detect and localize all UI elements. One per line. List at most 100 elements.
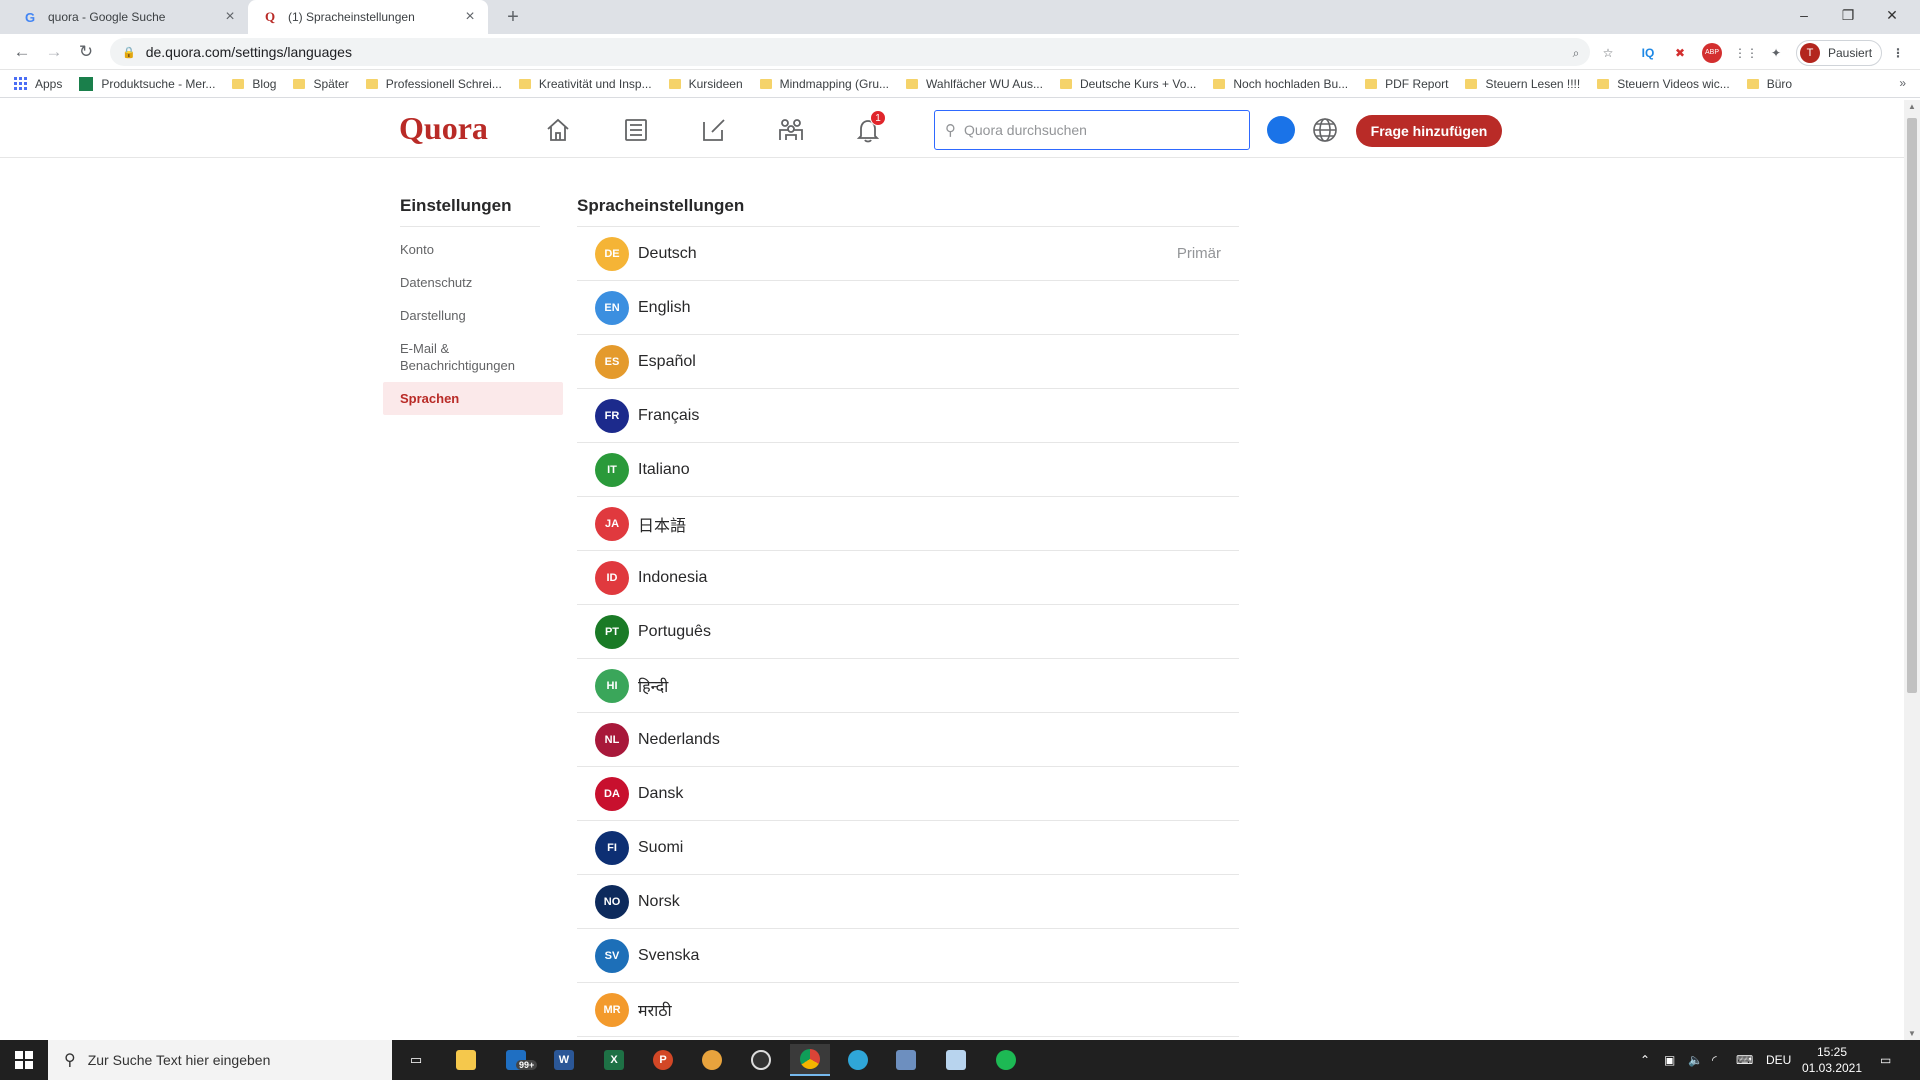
bookmark-item[interactable]: Mindmapping (Gru...	[759, 77, 889, 91]
taskbar-search-input[interactable]: ⚲ Zur Suche Text hier eingeben	[48, 1040, 392, 1080]
language-row[interactable]: PT Português	[577, 605, 1239, 659]
bookmarks-overflow-icon[interactable]: »	[1899, 76, 1906, 90]
language-globe-icon[interactable]	[1311, 116, 1339, 144]
app-window-icon[interactable]	[886, 1044, 926, 1076]
notifications-bell-icon[interactable]: 1	[854, 110, 886, 144]
language-row[interactable]: FR Français	[577, 389, 1239, 443]
language-row[interactable]: SV Svenska	[577, 929, 1239, 983]
tab-google-search[interactable]: G quora - Google Suche ×	[8, 0, 248, 34]
language-row[interactable]: NL Nederlands	[577, 713, 1239, 767]
notepad-icon[interactable]	[936, 1044, 976, 1076]
language-row[interactable]: JA 日本語	[577, 497, 1239, 551]
obs-icon[interactable]	[741, 1044, 781, 1076]
language-row[interactable]: DE Deutsch Primär	[577, 227, 1239, 281]
tab-spracheinstellungen[interactable]: Q (1) Spracheinstellungen ×	[248, 0, 488, 34]
language-row[interactable]: IT Italiano	[577, 443, 1239, 497]
sidebar-item[interactable]: Darstellung	[383, 299, 563, 332]
answer-list-icon[interactable]	[622, 116, 652, 144]
language-row[interactable]: EN English	[577, 281, 1239, 335]
keyboard-icon[interactable]: ⌨	[1736, 1040, 1753, 1080]
language-row[interactable]: ID Indonesia	[577, 551, 1239, 605]
user-avatar[interactable]	[1267, 116, 1295, 144]
input-language[interactable]: DEU	[1766, 1040, 1791, 1080]
quora-logo[interactable]: Quora	[399, 110, 488, 147]
bookmark-item[interactable]: Steuern Videos wic...	[1597, 77, 1730, 91]
bookmark-item[interactable]: Blog	[232, 77, 276, 91]
bookmark-item[interactable]: Kursideen	[668, 77, 743, 91]
bookmark-item[interactable]: PDF Report	[1365, 77, 1448, 91]
scroll-up-icon[interactable]: ▲	[1904, 102, 1920, 111]
language-row[interactable]: DA Dansk	[577, 767, 1239, 821]
language-row[interactable]: FI Suomi	[577, 821, 1239, 875]
language-list: DE Deutsch Primär EN English ES Español FR Franç…	[577, 227, 1239, 1037]
back-icon[interactable]: ←	[10, 40, 34, 64]
tray-meeting-icon[interactable]: ▣	[1664, 1040, 1675, 1080]
scroll-down-icon[interactable]: ▼	[1904, 1029, 1920, 1038]
language-row[interactable]: HI हिन्दी	[577, 659, 1239, 713]
bookmark-label: Kreativität und Insp...	[538, 76, 652, 91]
clock[interactable]: 15:25 01.03.2021	[1796, 1044, 1868, 1076]
url-field[interactable]: 🔒 de.quora.com/settings/languages	[110, 38, 1590, 66]
browser-menu-icon[interactable]: ⋮	[1888, 43, 1908, 63]
minimize-icon[interactable]: –	[1782, 0, 1826, 30]
quora-search-input[interactable]: ⚲ Quora durchsuchen	[934, 110, 1250, 150]
bookmark-star-icon[interactable]: ☆	[1598, 43, 1618, 63]
bookmark-item[interactable]: Apps	[14, 77, 62, 91]
language-row[interactable]: NO Norsk	[577, 875, 1239, 929]
bookmark-item[interactable]: Professionell Schrei...	[365, 77, 502, 91]
language-name: Suomi	[638, 838, 684, 856]
sidebar-item[interactable]: Datenschutz	[383, 266, 563, 299]
spotify-icon[interactable]	[986, 1044, 1026, 1076]
bookmark-item[interactable]: Büro	[1746, 77, 1792, 91]
mail-icon[interactable]: 99+	[496, 1044, 538, 1076]
page-scrollbar[interactable]: ▲ ▼	[1904, 100, 1920, 1040]
volume-icon[interactable]: 🔈	[1688, 1040, 1703, 1080]
app-icon[interactable]	[692, 1044, 732, 1076]
add-question-button[interactable]: Frage hinzufügen	[1356, 115, 1502, 147]
tab-title: quora - Google Suche	[48, 10, 166, 24]
powerpoint-icon[interactable]: P	[643, 1044, 683, 1076]
bookmark-item[interactable]: Steuern Lesen !!!!	[1465, 77, 1580, 91]
close-tab-icon[interactable]: ×	[218, 8, 242, 26]
edge-icon[interactable]	[838, 1044, 878, 1076]
profile-button[interactable]: T Pausiert	[1796, 40, 1882, 66]
extension-icon[interactable]: ✖	[1670, 43, 1690, 63]
task-view-icon[interactable]: ▭	[396, 1044, 436, 1076]
word-icon[interactable]: W	[544, 1044, 584, 1076]
bookmark-item[interactable]: Produktsuche - Mer...	[79, 76, 215, 91]
restore-icon[interactable]: ❐	[1826, 0, 1870, 30]
bookmark-item[interactable]: Später	[293, 77, 349, 91]
network-icon[interactable]: ◜	[1712, 1040, 1717, 1080]
iq-extension-icon[interactable]: IQ	[1638, 43, 1658, 63]
write-edit-icon[interactable]	[700, 116, 730, 144]
language-row[interactable]: ES Español	[577, 335, 1239, 389]
close-tab-icon[interactable]: ×	[458, 8, 482, 26]
file-explorer-icon[interactable]	[446, 1044, 486, 1076]
sidebar-item[interactable]: Konto	[383, 233, 563, 266]
chrome-icon[interactable]	[790, 1044, 830, 1076]
bookmark-item[interactable]: Noch hochladen Bu...	[1213, 77, 1348, 91]
zoom-icon[interactable]: ⌕	[1566, 43, 1586, 63]
new-tab-button[interactable]: +	[500, 4, 526, 30]
windows-start-icon[interactable]	[0, 1040, 48, 1080]
scrollbar-thumb[interactable]	[1907, 118, 1917, 693]
home-icon[interactable]	[544, 116, 574, 144]
sidebar-item[interactable]: E-Mail & Benachrichtigungen	[383, 332, 533, 382]
bookmark-item[interactable]: Wahlfächer WU Aus...	[906, 77, 1043, 91]
close-window-icon[interactable]: ✕	[1870, 0, 1914, 30]
excel-icon[interactable]: X	[594, 1044, 634, 1076]
puzzle-extensions-icon[interactable]: ✦	[1766, 43, 1786, 63]
apps-extension-icon[interactable]: ⋮⋮	[1734, 43, 1758, 63]
bookmark-item[interactable]: Deutsche Kurs + Vo...	[1059, 77, 1196, 91]
reload-icon[interactable]: ↻	[74, 40, 98, 64]
notification-center-icon[interactable]: ▭	[1880, 1040, 1891, 1080]
language-row[interactable]: MR मराठी	[577, 983, 1239, 1037]
forward-icon[interactable]: →	[42, 40, 66, 64]
tray-chevron-icon[interactable]: ⌃	[1640, 1040, 1650, 1080]
address-bar-row: ← → ↻ 🔒 de.quora.com/settings/languages …	[0, 34, 1920, 70]
sidebar-item[interactable]: Sprachen	[383, 382, 563, 415]
spaces-people-icon[interactable]	[777, 116, 807, 144]
language-code-badge: PT	[595, 614, 629, 649]
bookmark-item[interactable]: Kreativität und Insp...	[518, 76, 652, 91]
adblock-icon[interactable]: ABP	[1702, 43, 1722, 63]
